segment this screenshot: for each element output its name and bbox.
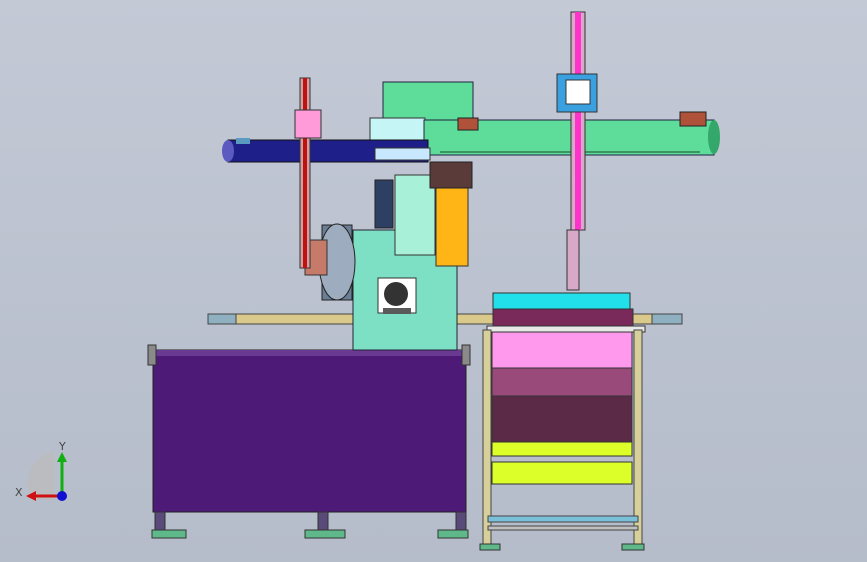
side-drum — [304, 223, 356, 301]
cad-viewport[interactable]: X Y — [0, 0, 867, 562]
triad-graphic — [26, 452, 67, 501]
z-axis-dot — [57, 491, 67, 501]
left-cabinet — [147, 344, 471, 539]
right-bin-stand — [479, 292, 646, 551]
y-axis-label: Y — [59, 440, 66, 453]
orientation-triad: X Y — [14, 440, 84, 510]
orange-actuator — [429, 161, 473, 267]
machine-assembly-drawing — [147, 11, 720, 551]
x-axis-label: X — [15, 486, 23, 499]
blue-gantry-arm — [222, 138, 431, 163]
